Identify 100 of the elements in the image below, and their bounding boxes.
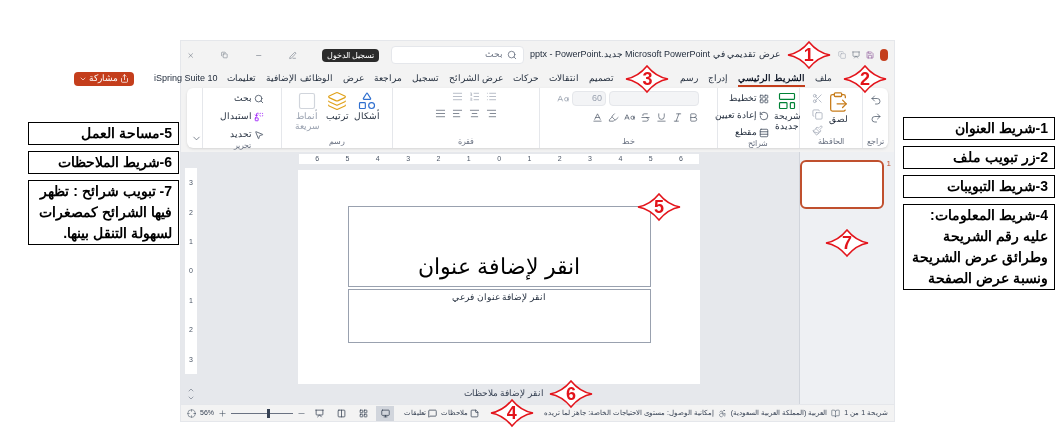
ribbon-tab[interactable]: عرض الشرائح bbox=[448, 70, 504, 87]
quick-access-icon[interactable] bbox=[837, 49, 846, 61]
new-slide-button[interactable]: شريحة جديدة bbox=[773, 91, 802, 131]
group-label: تراجع bbox=[867, 138, 884, 146]
align-right-icon[interactable] bbox=[485, 108, 497, 119]
search-icon bbox=[507, 50, 517, 60]
underline-icon[interactable] bbox=[656, 112, 668, 123]
group-label: تحرير bbox=[233, 142, 251, 150]
scroll-down-icon[interactable] bbox=[187, 394, 195, 402]
legend-label: 6-شريط الملاحظات bbox=[28, 151, 179, 174]
undo-icon[interactable] bbox=[869, 94, 882, 106]
reset-button[interactable]: إعادة تعيين bbox=[714, 108, 770, 123]
ribbon-tab[interactable]: رسم bbox=[680, 70, 699, 87]
rows-icon bbox=[759, 127, 770, 138]
select-button[interactable]: تحديد bbox=[220, 127, 265, 142]
ribbon-tab[interactable]: انتقالات bbox=[549, 70, 580, 87]
restore-icon[interactable] bbox=[221, 50, 228, 60]
font-name-field[interactable] bbox=[609, 91, 700, 106]
find-button[interactable]: بحث bbox=[220, 91, 265, 106]
notes-placeholder[interactable]: انقر لإضافة ملاحظات bbox=[464, 387, 544, 401]
shapes-button[interactable]: أشكال bbox=[354, 91, 381, 121]
legend-label: 1-شريط العنوان bbox=[903, 117, 1055, 140]
section-button[interactable]: مقطع bbox=[714, 125, 770, 140]
search-field[interactable]: بحث bbox=[391, 46, 524, 64]
slide-thumbnail[interactable] bbox=[800, 160, 884, 209]
zoom-thumb[interactable] bbox=[267, 408, 271, 418]
font-size-icon[interactable] bbox=[557, 92, 570, 105]
zoom-slider[interactable] bbox=[231, 408, 293, 418]
fit-slide-icon[interactable] bbox=[187, 408, 196, 418]
sign-in-button[interactable]: تسجيل الدخول bbox=[322, 48, 380, 62]
group-label: فقرة bbox=[457, 138, 474, 146]
share-icon bbox=[119, 74, 129, 83]
zoom-in-icon[interactable] bbox=[218, 408, 227, 418]
arrange-button[interactable]: ترتيب bbox=[324, 91, 351, 121]
paintbrush-icon[interactable] bbox=[812, 125, 824, 136]
ribbon-tab[interactable]: iSpring Suite 10 bbox=[153, 70, 218, 87]
redo-icon[interactable] bbox=[869, 112, 882, 124]
present-icon[interactable] bbox=[851, 49, 860, 61]
callout-marker: 4 bbox=[488, 398, 535, 428]
numbering-icon[interactable] bbox=[468, 91, 480, 102]
change-case-icon[interactable] bbox=[624, 112, 636, 123]
book-icon[interactable] bbox=[831, 408, 841, 418]
normal-view-button[interactable] bbox=[376, 405, 394, 421]
callout-marker: 1 bbox=[785, 40, 832, 70]
pointer-icon bbox=[254, 129, 265, 140]
columns-icon bbox=[336, 408, 346, 418]
align-center-icon[interactable] bbox=[468, 108, 480, 119]
line-spacing-icon[interactable] bbox=[451, 91, 463, 102]
comment-icon bbox=[428, 408, 437, 418]
paste-button[interactable]: لصق bbox=[827, 91, 850, 124]
app-logo-icon bbox=[879, 49, 888, 61]
style-swatch-icon bbox=[297, 91, 318, 111]
grid-icon bbox=[759, 93, 770, 104]
window-title: عرض تقديمي في Microsoft PowerPoint جديد.pptx - PowerPoint bbox=[530, 48, 780, 62]
ribbon-tab[interactable]: حركات bbox=[513, 70, 540, 87]
subtitle-placeholder[interactable]: انقر لإضافة عنوان فرعي bbox=[347, 289, 651, 343]
ribbon-tab[interactable]: تصميم bbox=[589, 70, 615, 87]
shapes-icon bbox=[357, 91, 378, 111]
callout-marker: 5 bbox=[636, 192, 682, 222]
strikethrough-icon[interactable] bbox=[640, 112, 652, 123]
scissors-icon[interactable] bbox=[812, 93, 824, 104]
replace-button[interactable]: استبدال bbox=[220, 109, 265, 124]
ribbon-tab[interactable]: عرض bbox=[342, 70, 364, 87]
font-color-icon[interactable] bbox=[592, 112, 604, 123]
italic-icon[interactable] bbox=[672, 112, 684, 123]
reset-icon bbox=[759, 110, 770, 121]
legend-label: 7- تبويب شرائح : تظهر فيها الشرائح كمصغرات لسهولة التنقل بينها. bbox=[28, 180, 179, 245]
notes-icon bbox=[470, 408, 479, 418]
copy-icon[interactable] bbox=[812, 109, 824, 120]
ribbon-tab[interactable]: الشريط الرئيسي bbox=[738, 70, 805, 87]
ribbon-tab[interactable]: الوظائف الإضافية bbox=[266, 70, 333, 87]
save-icon[interactable] bbox=[865, 49, 874, 61]
scroll-up-icon[interactable] bbox=[187, 386, 195, 394]
grid-icon bbox=[358, 408, 368, 418]
ribbon-tab[interactable]: ملف bbox=[815, 70, 832, 87]
layout-button[interactable]: تخطيط bbox=[714, 91, 770, 106]
legend-label: 4-شريط المعلومات: عليه رقم الشريحة وطرائق عرض الشريحة ونسبة عرض الصفحة bbox=[903, 204, 1055, 290]
clipboard-icon bbox=[827, 91, 850, 113]
ribbon-tab[interactable]: إدراج bbox=[708, 70, 729, 87]
group-label: رسم bbox=[329, 138, 346, 146]
ribbon-tab[interactable]: تسجيل bbox=[411, 70, 439, 87]
title-placeholder[interactable]: انقر لإضافة عنوان bbox=[347, 206, 651, 287]
ribbon-tab[interactable]: مراجعة bbox=[373, 70, 402, 87]
bold-icon[interactable] bbox=[688, 112, 700, 123]
presentation-icon bbox=[314, 408, 324, 418]
share-button[interactable]: مشاركة bbox=[73, 71, 134, 86]
ribbon-tab[interactable]: تعليمات bbox=[227, 70, 257, 87]
group-label: الحافظة bbox=[817, 138, 844, 146]
justify-icon[interactable] bbox=[434, 108, 446, 119]
callout-marker: 7 bbox=[824, 228, 870, 258]
bullets-icon[interactable] bbox=[485, 91, 497, 102]
layers-icon bbox=[327, 91, 348, 111]
pen-icon[interactable] bbox=[289, 49, 297, 61]
legend-label: 5-مساحة العمل bbox=[28, 122, 179, 145]
highlighter-icon[interactable] bbox=[608, 112, 620, 123]
accessibility-icon[interactable] bbox=[717, 408, 727, 418]
legend-label: 2-زر تبويب ملف bbox=[903, 146, 1055, 169]
align-left-icon[interactable] bbox=[451, 108, 463, 119]
legend-label: 3-شريط التبويبات bbox=[903, 175, 1055, 198]
search-icon bbox=[254, 93, 265, 104]
